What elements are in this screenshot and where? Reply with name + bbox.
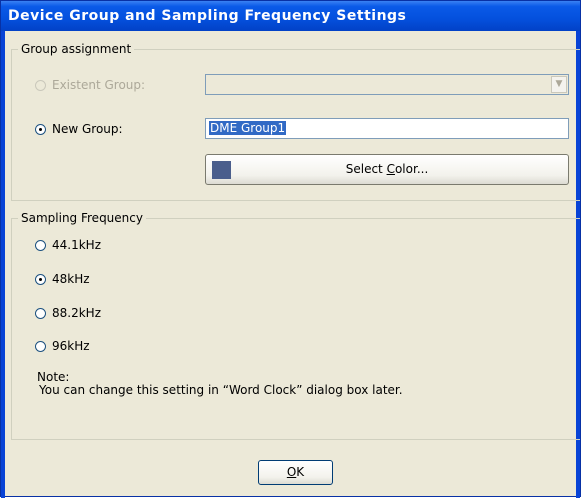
title-bar[interactable]: Device Group and Sampling Frequency Sett…: [1, 1, 580, 31]
color-swatch: [212, 161, 231, 179]
dialog-title: Device Group and Sampling Frequency Sett…: [8, 8, 407, 24]
freq-option-48[interactable]: 48kHz: [35, 272, 90, 286]
freq-radio-96[interactable]: [35, 340, 46, 352]
freq-option-96[interactable]: 96kHz: [35, 339, 90, 353]
freq-option-44-1[interactable]: 44.1kHz: [35, 238, 101, 252]
freq-radio-88-2[interactable]: [35, 307, 46, 319]
existent-group-option: Existent Group:: [35, 78, 145, 92]
select-color-label: Select Color...: [345, 162, 429, 176]
existent-group-radio[interactable]: [35, 79, 46, 91]
select-color-button[interactable]: Select Color...: [205, 154, 569, 185]
freq-option-88-2[interactable]: 88.2kHz: [35, 306, 101, 320]
new-group-label: New Group:: [52, 122, 123, 136]
dialog-window: Device Group and Sampling Frequency Sett…: [0, 0, 581, 498]
freq-label-44-1: 44.1kHz: [52, 238, 101, 252]
existent-group-select[interactable]: ▼: [205, 74, 569, 95]
new-group-radio[interactable]: [35, 123, 46, 135]
existent-group-label: Existent Group:: [52, 78, 146, 92]
freq-label-88-2: 88.2kHz: [52, 306, 101, 320]
group-assignment-label: Group assignment: [18, 42, 135, 56]
freq-radio-44-1[interactable]: [35, 239, 46, 251]
new-group-name-value: DME Group1: [209, 121, 287, 135]
chevron-down-icon[interactable]: ▼: [551, 76, 567, 93]
freq-radio-48[interactable]: [35, 273, 46, 285]
note: Note: You can change this setting in “Wo…: [37, 371, 403, 397]
sampling-frequency-label: Sampling Frequency: [18, 211, 146, 225]
window-frame-left: [1, 31, 5, 498]
ok-button-label: OK: [286, 465, 305, 479]
freq-label-48: 48kHz: [52, 272, 90, 286]
new-group-name-input[interactable]: DME Group1: [205, 118, 569, 139]
new-group-option: New Group:: [35, 122, 123, 136]
note-text: You can change this setting in “Word Clo…: [39, 383, 403, 397]
ok-button[interactable]: OK: [258, 460, 333, 485]
freq-label-96: 96kHz: [52, 339, 90, 353]
